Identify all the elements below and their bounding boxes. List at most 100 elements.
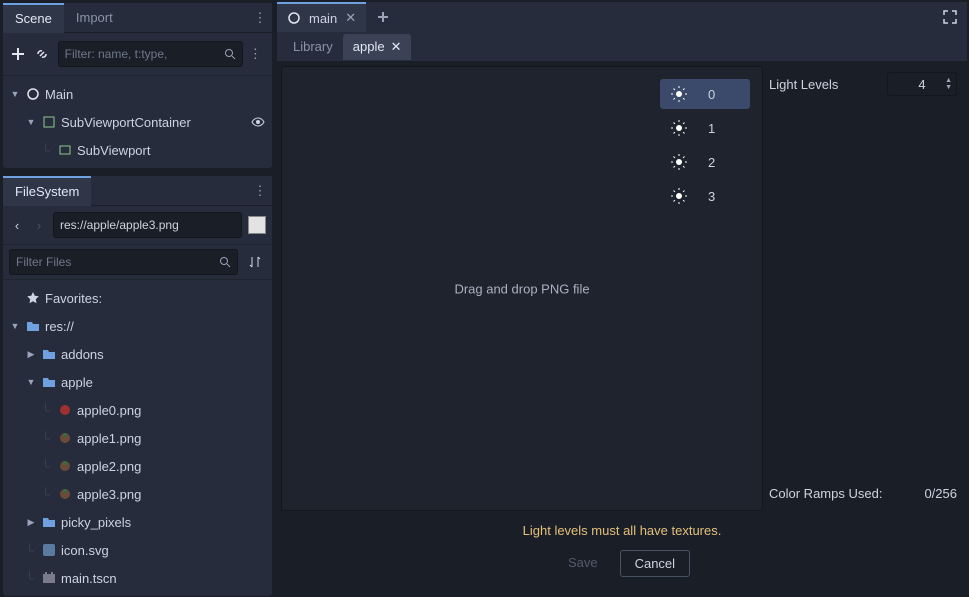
light-level-item[interactable]: 0: [660, 79, 750, 109]
light-icon: [670, 187, 688, 205]
close-icon[interactable]: ✕: [345, 10, 356, 26]
png-icon: [57, 430, 73, 446]
prop-label: Light Levels: [769, 77, 838, 92]
scene-filter-input-wrap[interactable]: [58, 41, 243, 67]
light-levels-spinbox[interactable]: 4 ▲▼: [887, 72, 957, 96]
fs-item[interactable]: └ main.tscn: [3, 564, 272, 592]
light-level-value: 3: [708, 189, 715, 204]
fs-item[interactable]: ▶picky_pixels: [3, 508, 272, 536]
light-icon: [670, 85, 688, 103]
chevron-right-icon[interactable]: ▶: [25, 517, 37, 528]
nav-back-button[interactable]: ‹: [9, 218, 25, 233]
fs-item[interactable]: └apple2.png: [3, 452, 272, 480]
dock-menu-icon[interactable]: ⋮: [252, 176, 268, 206]
nav-forward-button: ›: [31, 218, 47, 233]
tscn-icon: [41, 570, 57, 586]
fs-item-label: apple0.png: [77, 403, 141, 418]
drop-message: Drag and drop PNG file: [454, 281, 589, 296]
texture-drop-area[interactable]: Drag and drop PNG file 0 1 2 3: [281, 66, 763, 511]
tree-label: SubViewport: [77, 143, 150, 158]
scene-icon: [287, 11, 301, 25]
main-scene-tabbar: main ✕: [277, 2, 967, 32]
spinbox-arrows-icon[interactable]: ▲▼: [945, 77, 952, 91]
fs-item[interactable]: ▼res://: [3, 312, 272, 340]
scene-tab-label: main: [309, 11, 337, 26]
filesystem-filter-input[interactable]: [16, 255, 215, 269]
chevron-down-icon[interactable]: ▼: [9, 89, 21, 99]
scene-dock-tabbar: Scene Import ⋮: [3, 3, 272, 33]
tree-branch-icon: └: [41, 403, 53, 418]
filesystem-tabbar: FileSystem ⋮: [3, 176, 272, 206]
star-icon: [25, 290, 41, 306]
tree-branch-icon: └: [41, 431, 53, 446]
fs-item[interactable]: └apple1.png: [3, 424, 272, 452]
fs-item-label: icon.svg: [61, 543, 109, 558]
scene-toolbar-menu-icon[interactable]: ⋮: [249, 39, 262, 69]
link-node-button[interactable]: [33, 43, 51, 65]
light-level-item[interactable]: 3: [660, 181, 750, 211]
node2d-icon: [25, 86, 41, 102]
light-level-item[interactable]: 2: [660, 147, 750, 177]
visibility-icon[interactable]: [250, 114, 266, 130]
chevron-down-icon[interactable]: ▼: [25, 117, 37, 127]
tree-label: Main: [45, 87, 73, 102]
tree-node-main[interactable]: ▼ Main: [3, 80, 272, 108]
fs-item[interactable]: └ icon.svg: [3, 536, 272, 564]
chevron-down-icon[interactable]: ▼: [25, 377, 37, 387]
filesystem-filter-wrap[interactable]: [9, 249, 238, 275]
editor-button-row: Save Cancel: [277, 546, 967, 583]
add-node-button[interactable]: [9, 43, 27, 65]
light-level-list: 0 1 2 3: [660, 79, 750, 211]
scene-tab-main[interactable]: main ✕: [277, 2, 366, 32]
fs-item-label: addons: [61, 347, 104, 362]
add-scene-button[interactable]: [372, 6, 394, 28]
fs-item-label: apple3.png: [77, 487, 141, 502]
light-level-value: 2: [708, 155, 715, 170]
path-input-wrap[interactable]: [53, 212, 242, 238]
fs-item[interactable]: Favorites:: [3, 284, 272, 312]
tree-branch-icon: └: [25, 543, 37, 558]
distraction-free-icon[interactable]: [939, 6, 961, 28]
tab-scene[interactable]: Scene: [3, 3, 64, 33]
save-button: Save: [554, 550, 612, 577]
tree-branch-icon: └: [25, 571, 37, 586]
fs-item[interactable]: ▼ apple: [3, 368, 272, 396]
folder-icon: [25, 318, 41, 334]
fs-item[interactable]: ▶ addons: [3, 340, 272, 368]
sort-icon[interactable]: [244, 251, 266, 273]
light-icon: [670, 153, 688, 171]
cancel-button[interactable]: Cancel: [620, 550, 690, 577]
fs-item[interactable]: └ apple3.png: [3, 480, 272, 508]
light-levels-prop: Light Levels 4 ▲▼: [769, 70, 957, 98]
color-ramps-prop: Color Ramps Used: 0/256: [769, 479, 957, 507]
light-level-value: 0: [708, 87, 715, 102]
sub-tab-library[interactable]: Library: [283, 34, 343, 60]
scene-filter-input[interactable]: [65, 47, 220, 61]
light-level-value: 1: [708, 121, 715, 136]
light-icon: [670, 119, 688, 137]
folder-icon: [41, 514, 57, 530]
sub-tab-apple[interactable]: apple ✕: [343, 34, 412, 60]
png-icon: [57, 458, 73, 474]
light-level-item[interactable]: 1: [660, 113, 750, 143]
path-input[interactable]: [60, 218, 235, 232]
fs-item-label: main.tscn: [61, 571, 117, 586]
tab-filesystem[interactable]: FileSystem: [3, 176, 91, 206]
editor-body: Drag and drop PNG file 0 1 2 3 Light Levels…: [277, 62, 967, 515]
close-icon[interactable]: ✕: [391, 39, 402, 55]
tree-node-subviewportcontainer[interactable]: ▼ SubViewportContainer: [3, 108, 272, 136]
folder-icon: [41, 346, 57, 362]
filesystem-tree: Favorites:▼res:// ▶ addons ▼ apple └ apple0.pn…: [3, 280, 272, 596]
tree-node-subviewport[interactable]: └ SubViewport: [3, 136, 272, 164]
fs-item[interactable]: └ apple0.png: [3, 396, 272, 424]
dock-menu-icon[interactable]: ⋮: [252, 3, 268, 33]
chevron-right-icon[interactable]: ▶: [25, 349, 37, 360]
fs-item-label: apple: [61, 375, 93, 390]
chevron-down-icon[interactable]: ▼: [9, 321, 21, 331]
search-icon: [219, 256, 231, 268]
tree-branch-icon: └: [41, 487, 53, 502]
folder-icon: [41, 374, 57, 390]
ramps-value: 0/256: [924, 486, 957, 501]
tab-import[interactable]: Import: [64, 3, 125, 33]
properties-panel: Light Levels 4 ▲▼ Color Ramps Used: 0/25…: [763, 66, 963, 511]
